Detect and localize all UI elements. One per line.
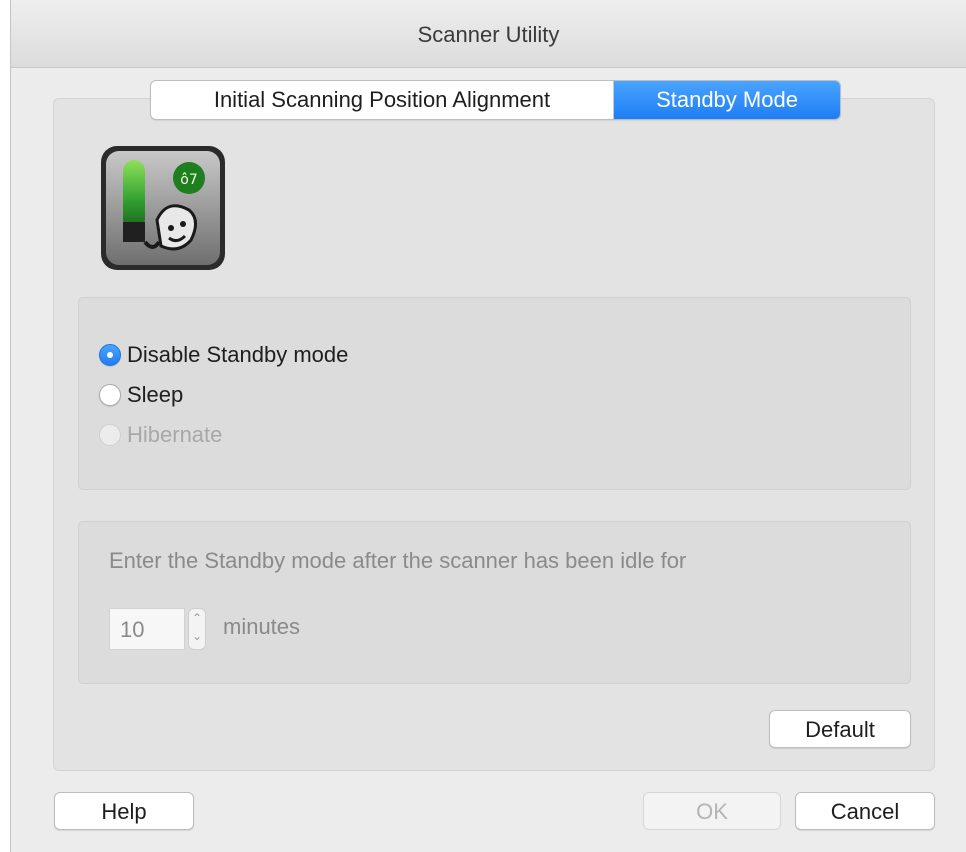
idle-time-panel — [78, 521, 911, 684]
svg-text:ô7: ô7 — [180, 172, 197, 188]
tab-initial-scanning-position-alignment[interactable]: Initial Scanning Position Alignment — [151, 81, 614, 119]
window-title: Scanner Utility — [417, 22, 560, 47]
standby-options-panel — [78, 297, 911, 490]
title-bar[interactable]: Scanner Utility — [11, 0, 966, 68]
ok-button: OK — [643, 792, 781, 830]
stepper-arrows-icon: ⌃ ⌄ — [188, 608, 206, 650]
radio-label-sleep: Sleep — [127, 382, 184, 407]
radio-unselected-icon[interactable] — [99, 384, 121, 406]
radio-disabled-icon — [99, 424, 121, 446]
tab-standby-mode[interactable]: Standby Mode — [614, 81, 840, 119]
scanner-utility-window: Scanner Utility Initial Scanning Positio… — [10, 0, 966, 852]
chevron-down-icon: ⌄ — [191, 629, 203, 643]
radio-selected-icon[interactable] — [99, 344, 121, 366]
radio-sleep[interactable]: Sleep — [99, 380, 183, 410]
idle-description: Enter the Standby mode after the scanner… — [109, 548, 687, 573]
standby-mode-icon: ô7 — [101, 146, 225, 270]
radio-label-hibernate: Hibernate — [127, 422, 223, 447]
tab-bar: Initial Scanning Position Alignment Stan… — [150, 80, 841, 120]
idle-minutes-field: 10 — [109, 608, 185, 650]
radio-label-disable-standby: Disable Standby mode — [127, 342, 349, 367]
default-button[interactable]: Default — [769, 710, 911, 748]
radio-hibernate: Hibernate — [99, 420, 222, 450]
chevron-up-icon: ⌃ — [191, 611, 203, 625]
radio-disable-standby[interactable]: Disable Standby mode — [99, 340, 348, 370]
help-button[interactable]: Help — [54, 792, 194, 830]
cancel-button[interactable]: Cancel — [795, 792, 935, 830]
idle-unit-label: minutes — [223, 614, 301, 639]
